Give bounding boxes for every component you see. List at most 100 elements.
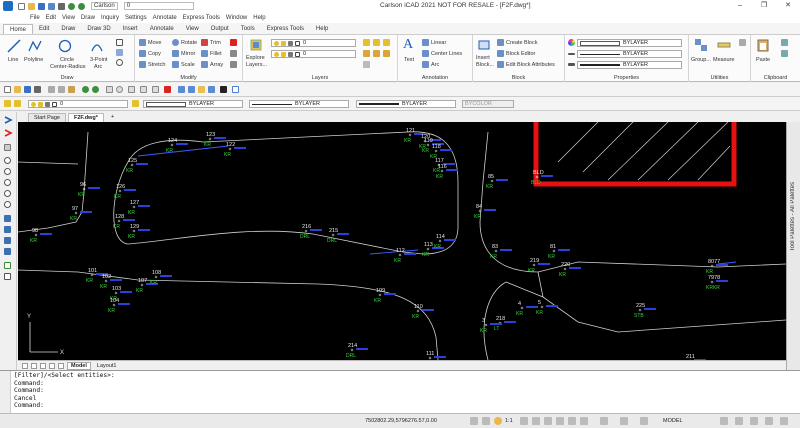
osnap-icon[interactable] xyxy=(544,417,552,425)
otrack-icon[interactable] xyxy=(556,417,564,425)
explore-button[interactable]: Explore xyxy=(246,55,265,61)
lineweight-select[interactable]: BYLAYER xyxy=(356,100,456,108)
layer-dropdown-2[interactable]: 0 xyxy=(271,50,356,58)
clipboard-panel-title[interactable]: Clipboard xyxy=(751,75,800,81)
menu-express-tools[interactable]: Express Tools xyxy=(183,15,220,21)
isolate-objects-icon[interactable] xyxy=(735,417,743,425)
polyline-button[interactable]: Polyline xyxy=(24,57,43,63)
help-tool-icon[interactable] xyxy=(232,86,239,93)
circle-button[interactable]: Circle xyxy=(60,57,74,63)
survey-point[interactable]: 7978KRKR xyxy=(706,275,728,291)
pan-hand-icon[interactable] xyxy=(4,144,11,151)
tab-draw[interactable]: Draw xyxy=(55,24,81,34)
paste-tool-icon[interactable] xyxy=(68,86,75,93)
design-center-icon[interactable] xyxy=(188,86,195,93)
survey-point[interactable]: 83 KR xyxy=(490,244,512,260)
command-window-grip[interactable] xyxy=(0,371,11,414)
menu-window[interactable]: Window xyxy=(226,15,247,21)
center-lines-button[interactable]: Center Lines xyxy=(422,50,462,57)
insert-block-icon[interactable] xyxy=(477,38,491,52)
mirror-button[interactable]: Mirror xyxy=(172,50,195,57)
copy-button[interactable]: Copy xyxy=(139,50,161,57)
insert-block-button[interactable]: Insert xyxy=(476,55,490,61)
view-iso-icon[interactable] xyxy=(4,248,11,255)
lock-ui-icon[interactable] xyxy=(720,417,728,425)
survey-point[interactable]: 220 KR xyxy=(559,262,581,278)
line-icon[interactable] xyxy=(7,39,21,53)
survey-point[interactable]: 104 KR xyxy=(108,298,130,314)
layout1-tab[interactable]: Layout1 xyxy=(94,363,120,369)
annotation-visibility-icon[interactable] xyxy=(494,417,502,425)
menu-annotate[interactable]: Annotate xyxy=(153,15,177,21)
survey-point[interactable]: 123 KR xyxy=(204,132,226,148)
command-line-icon[interactable] xyxy=(220,86,227,93)
explode-icon[interactable] xyxy=(230,50,237,57)
open-file-icon[interactable] xyxy=(14,86,21,93)
zoom-out-icon[interactable] xyxy=(4,179,11,186)
modify-panel-title[interactable]: Modify xyxy=(135,75,242,81)
menu-settings[interactable]: Settings xyxy=(125,15,147,21)
block-editor-button[interactable]: Block Editor xyxy=(497,50,535,57)
f2f-drawing-tab[interactable]: F2F.dwg* xyxy=(68,113,104,122)
undo-count[interactable]: 0 xyxy=(123,2,194,10)
tool-palettes-bar[interactable]: Tool Palettes - All Palettes xyxy=(786,122,800,370)
text-button[interactable]: Text xyxy=(404,57,414,63)
tab-help[interactable]: Help xyxy=(310,24,334,34)
zoom-extents-left-icon[interactable] xyxy=(4,201,11,208)
print-file-icon[interactable] xyxy=(34,86,41,93)
layer-explorer-icon[interactable] xyxy=(249,38,263,52)
snap-blue-icon[interactable] xyxy=(3,115,13,125)
color-dropdown[interactable]: BYLAYER xyxy=(577,39,682,47)
tab-express-tools[interactable]: Express Tools xyxy=(261,24,310,34)
linear-dim-button[interactable]: Linear xyxy=(422,39,446,46)
layer-manager-icon[interactable] xyxy=(4,100,11,107)
tab-insert[interactable]: Insert xyxy=(117,24,144,34)
layer-freeze-button-icon[interactable] xyxy=(363,50,370,57)
survey-point[interactable]: 5 KR xyxy=(536,300,558,316)
arc-dim-button[interactable]: Arc xyxy=(422,61,439,68)
polyline-icon[interactable] xyxy=(28,39,42,53)
view-top-icon[interactable] xyxy=(4,215,11,222)
linetype-dropdown[interactable]: BYLAYER xyxy=(577,50,682,58)
selection-cycling-icon[interactable] xyxy=(620,417,628,425)
menu-view[interactable]: View xyxy=(62,15,75,21)
explorer-tool-icon[interactable] xyxy=(208,86,215,93)
stop-icon[interactable] xyxy=(164,86,171,93)
measure-icon[interactable] xyxy=(717,38,731,52)
survey-point[interactable]: 129 KR xyxy=(128,224,150,240)
workspace-icon[interactable] xyxy=(640,417,648,425)
command-prompt[interactable]: Command: xyxy=(14,402,115,410)
workspace-select[interactable]: Carlson xyxy=(91,2,118,10)
start-page-tab[interactable]: Start Page xyxy=(28,113,66,122)
arc-mode[interactable]: Arc xyxy=(94,64,102,70)
survey-point[interactable]: 214 DRL xyxy=(346,343,368,359)
survey-point[interactable]: 98 KR xyxy=(30,228,52,244)
menu-inquiry[interactable]: Inquiry xyxy=(101,15,119,21)
undo-icon[interactable] xyxy=(68,2,75,10)
tab-output[interactable]: Output xyxy=(205,24,235,34)
hardware-accel-icon[interactable] xyxy=(750,417,758,425)
survey-point[interactable]: 108 KR xyxy=(150,270,172,286)
line-button[interactable]: Line xyxy=(8,57,18,63)
menu-draw[interactable]: Draw xyxy=(81,15,95,21)
last-layout-button[interactable] xyxy=(49,362,55,369)
model-space-indicator[interactable]: MODEL xyxy=(663,418,683,424)
command-window[interactable]: [Filter]/<Select entities>: Command: Com… xyxy=(0,370,800,414)
redo-tool-icon[interactable] xyxy=(92,86,99,93)
save-icon[interactable] xyxy=(38,2,45,10)
model-tab[interactable]: Model xyxy=(67,361,91,370)
utilities-panel-title[interactable]: Utilities xyxy=(689,75,750,81)
tab-view[interactable]: View xyxy=(180,24,205,34)
restore-button[interactable]: ❐ xyxy=(752,0,776,12)
erase-icon[interactable] xyxy=(230,39,237,46)
cut-tool-icon[interactable] xyxy=(48,86,55,93)
make-current-icon[interactable] xyxy=(132,100,139,107)
group-icon[interactable] xyxy=(694,38,708,52)
copy-tool-icon[interactable] xyxy=(58,86,65,93)
view-side-icon[interactable] xyxy=(4,237,11,244)
close-button[interactable]: ✕ xyxy=(776,0,800,12)
offset-icon[interactable] xyxy=(230,61,237,68)
circle-mode[interactable]: Center-Radius xyxy=(50,64,85,70)
prev-layout-button[interactable] xyxy=(31,362,37,369)
zoom-tool-icon[interactable] xyxy=(116,86,123,93)
